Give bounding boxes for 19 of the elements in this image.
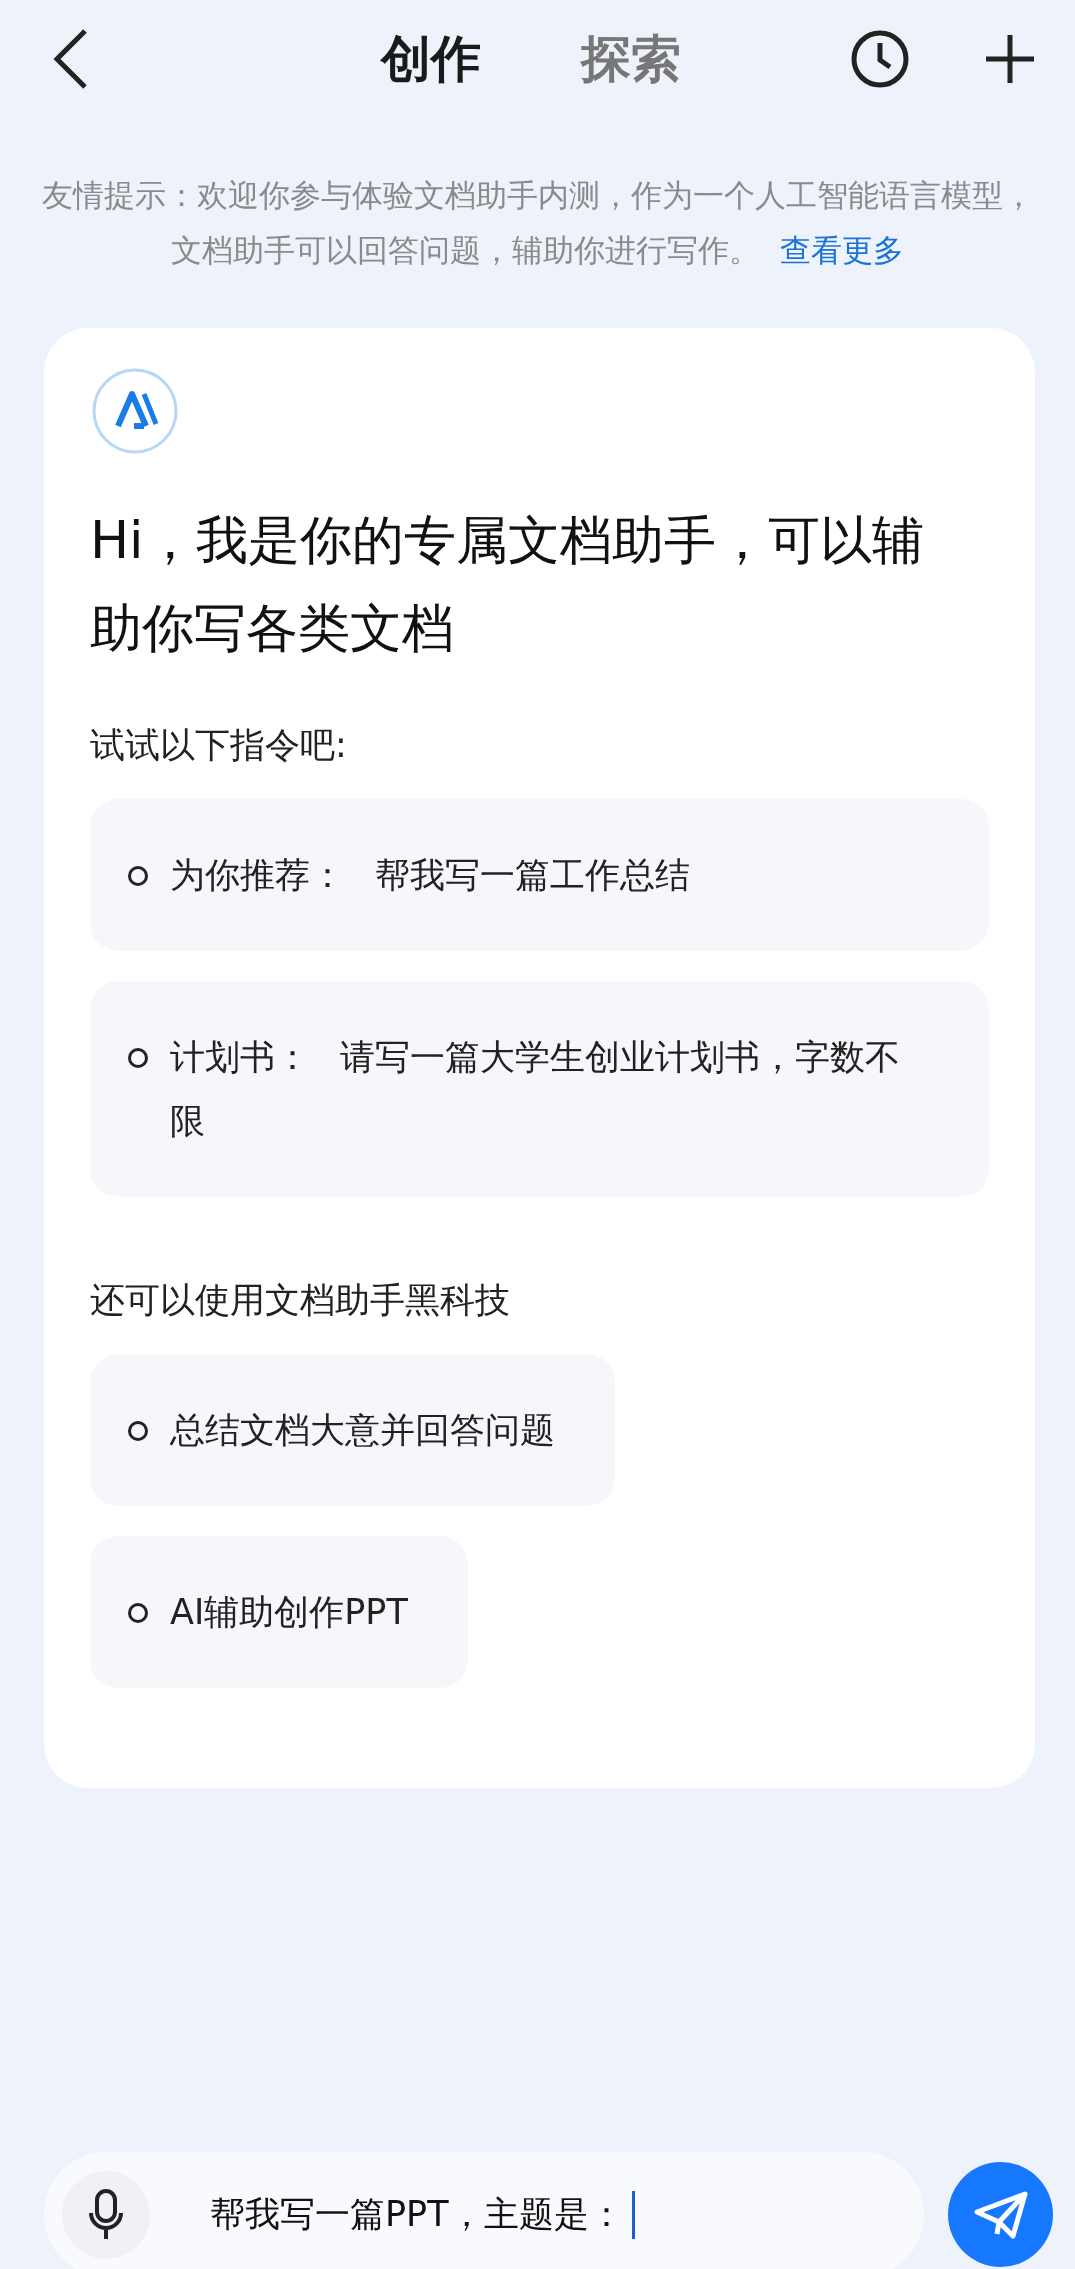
greeting-text: Hi，我是你的专属文档助手，可以辅助你写各类文档 [90,509,925,660]
section-heading: 还可以使用文档助手黑科技 [90,1279,511,1322]
tab[interactable]: 探索 [580,25,681,93]
tip-text: 友情提示：欢迎你参与体验文档助手内测，作为一个人工智能语言模型，文档助手可以回答问题，辅助你进行写作。 查看更多 [40,176,1035,270]
see-more-link[interactable]: 查看更多 [780,232,904,268]
text-cursor [631,2190,635,2239]
input-field[interactable]: 帮我写一篇PPT，主题是： [210,2190,635,2239]
bullet-icon [128,1603,148,1623]
paper-plane-icon [972,2189,1029,2240]
suggestion-item[interactable]: 总结文档大意并回答问题 [90,1354,615,1506]
suggestion-item[interactable]: 计划书： 请写一篇大学生创业计划书，字数不限 [90,981,989,1197]
tab[interactable]: 创作 [380,25,481,93]
bullet-icon [128,866,148,886]
bullet-icon [128,1421,148,1441]
bullet-icon [128,1048,148,1068]
suggestion-item[interactable]: 为你推荐： 帮我写一篇工作总结 [90,799,989,951]
section-heading: 试试以下指令吧: [90,724,348,767]
suggestion-item[interactable]: AI辅助创作PPT [90,1536,468,1688]
logo-icon [90,366,180,456]
